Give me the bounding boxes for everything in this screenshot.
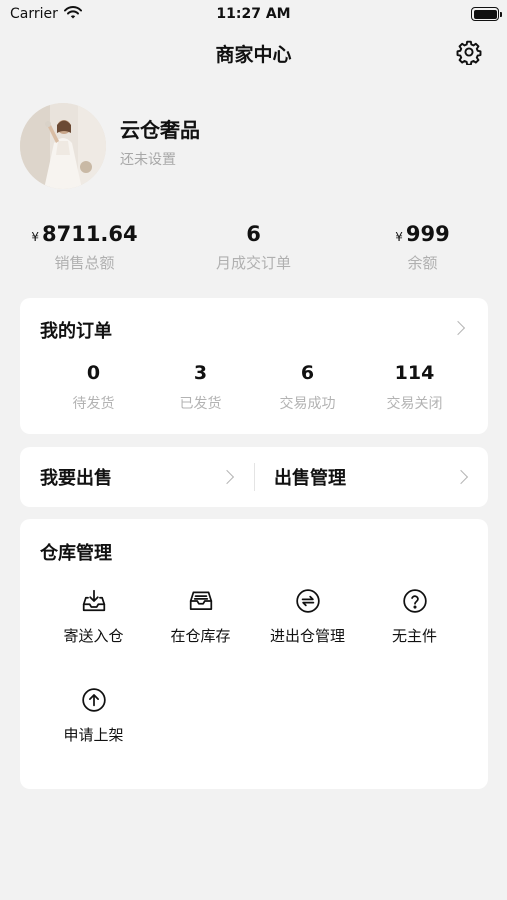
inbox-download-icon: [80, 587, 108, 615]
battery-icon: [471, 7, 502, 21]
tray-icon: [187, 587, 215, 615]
warehouse-item-apply-listing[interactable]: 申请上架: [40, 686, 147, 785]
warehouse-grid: 寄送入仓 在仓库存 进出仓管理 无主件 申请上架: [40, 587, 468, 785]
stat-value: 8711.64: [41, 222, 138, 246]
gear-icon: [456, 40, 482, 65]
stat-label: 销售总额: [54, 254, 115, 272]
settings-button[interactable]: [455, 38, 483, 66]
warehouse-item-in-out-manage[interactable]: 进出仓管理: [254, 587, 361, 686]
order-label: 交易关闭: [386, 396, 443, 412]
my-orders-title: 我的订单: [40, 321, 112, 342]
order-label: 交易成功: [279, 396, 336, 412]
profile-text: 云仓奢品 还未设置: [120, 114, 200, 169]
order-status-closed[interactable]: 114 交易关闭: [361, 362, 468, 413]
warehouse-title: 仓库管理: [40, 543, 112, 564]
order-status-shipped[interactable]: 3 已发货: [147, 362, 254, 413]
order-status-row: 0 待发货 3 已发货 6 交易成功 114 交易关闭: [20, 362, 488, 413]
stat-total-sales[interactable]: ¥8711.64 销售总额: [0, 222, 169, 273]
question-icon: [401, 587, 429, 615]
warehouse-card: 仓库管理 寄送入仓 在仓库存 进出仓管理 无主件 申请上架: [20, 519, 488, 789]
page-title: 商家中心: [215, 44, 292, 66]
carrier-label: Carrier: [10, 6, 58, 22]
sell-management-button[interactable]: 出售管理: [254, 447, 488, 507]
profile-header[interactable]: 云仓奢品 还未设置: [20, 103, 200, 189]
warehouse-item-send-in[interactable]: 寄送入仓: [40, 587, 147, 686]
warehouse-item-in-stock[interactable]: 在仓库存: [147, 587, 254, 686]
status-bar: Carrier 11:27 AM: [0, 0, 507, 28]
chevron-right-icon: [219, 469, 235, 485]
stat-label: 余额: [407, 254, 438, 272]
order-status-pending[interactable]: 0 待发货: [40, 362, 147, 413]
order-label: 已发货: [179, 396, 222, 412]
stat-monthly-orders[interactable]: 6 月成交订单: [169, 222, 338, 273]
warehouse-item-label: 在仓库存: [170, 627, 231, 645]
warehouse-item-unclaimed[interactable]: 无主件: [361, 587, 468, 686]
order-count: 3: [193, 362, 208, 384]
sell-management-label: 出售管理: [274, 468, 346, 489]
shop-name: 云仓奢品: [120, 117, 200, 142]
warehouse-item-label: 申请上架: [63, 726, 124, 744]
stats-row: ¥8711.64 销售总额 6 月成交订单 ¥999 余额: [0, 222, 507, 273]
avatar[interactable]: [20, 103, 106, 189]
my-orders-card[interactable]: 我的订单 0 待发货 3 已发货 6 交易成功 114 交易关闭: [20, 298, 488, 434]
currency-symbol: ¥: [395, 230, 403, 244]
status-left: Carrier: [10, 5, 82, 23]
order-status-success[interactable]: 6 交易成功: [254, 362, 361, 413]
order-count: 0: [86, 362, 101, 384]
sell-label: 我要出售: [40, 468, 112, 489]
warehouse-item-label: 寄送入仓: [63, 627, 124, 645]
chevron-right-icon: [450, 320, 466, 336]
order-count: 114: [394, 362, 435, 384]
sell-card: 我要出售 出售管理: [20, 447, 488, 507]
order-count: 6: [300, 362, 315, 384]
arrow-up-circle-icon: [80, 686, 108, 714]
stat-value: 6: [246, 222, 261, 246]
shop-subtitle: 还未设置: [120, 151, 176, 168]
wifi-icon: [63, 5, 82, 23]
exchange-icon: [294, 587, 322, 615]
sell-button[interactable]: 我要出售: [20, 447, 254, 507]
currency-symbol: ¥: [31, 230, 39, 244]
warehouse-item-label: 无主件: [391, 627, 437, 645]
chevron-right-icon: [453, 469, 469, 485]
stat-label: 月成交订单: [215, 254, 291, 272]
nav-bar: 商家中心: [0, 30, 507, 74]
warehouse-item-label: 进出仓管理: [269, 627, 345, 645]
order-label: 待发货: [72, 396, 115, 412]
stat-value: 999: [405, 222, 450, 246]
stat-balance[interactable]: ¥999 余额: [338, 222, 507, 273]
